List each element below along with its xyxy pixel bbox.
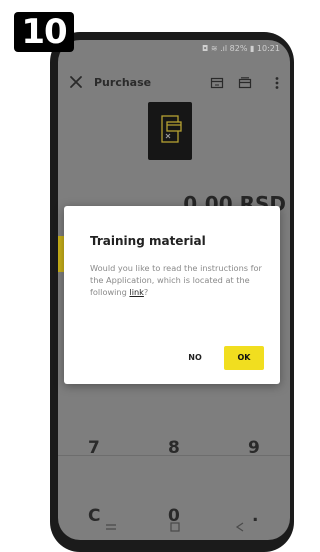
- dialog-title: Training material: [90, 234, 206, 248]
- instructions-link[interactable]: link: [129, 287, 143, 297]
- training-material-dialog: Training material Would you like to read…: [64, 206, 280, 384]
- close-icon[interactable]: [68, 74, 84, 90]
- card-reader-icon: [148, 102, 192, 160]
- no-button[interactable]: NO: [172, 346, 218, 370]
- cards-icon[interactable]: [238, 76, 252, 90]
- dialog-message: Would you like to read the instructions …: [90, 262, 266, 298]
- status-bar: ◘ ≋ .ıl 82% ▮ 10:21: [202, 44, 280, 53]
- keypad: 7 8 9 C 0 .: [58, 400, 290, 540]
- step-number-badge: 10: [14, 12, 74, 52]
- keypad-divider: [58, 455, 290, 456]
- card-icon[interactable]: [210, 76, 224, 90]
- key-clear[interactable]: C: [88, 506, 100, 526]
- dialog-message-end: ?: [143, 287, 149, 297]
- back-nav-icon[interactable]: [104, 522, 118, 532]
- dialog-message-text: Would you like to read the instructions …: [90, 263, 262, 297]
- app-bar: Purchase: [58, 72, 290, 96]
- more-vert-icon[interactable]: [270, 76, 284, 90]
- ok-button[interactable]: OK: [224, 346, 264, 370]
- app-title: Purchase: [94, 76, 152, 89]
- home-nav-icon[interactable]: [168, 522, 182, 532]
- key-decimal[interactable]: .: [252, 506, 258, 526]
- recent-nav-icon[interactable]: [234, 522, 248, 532]
